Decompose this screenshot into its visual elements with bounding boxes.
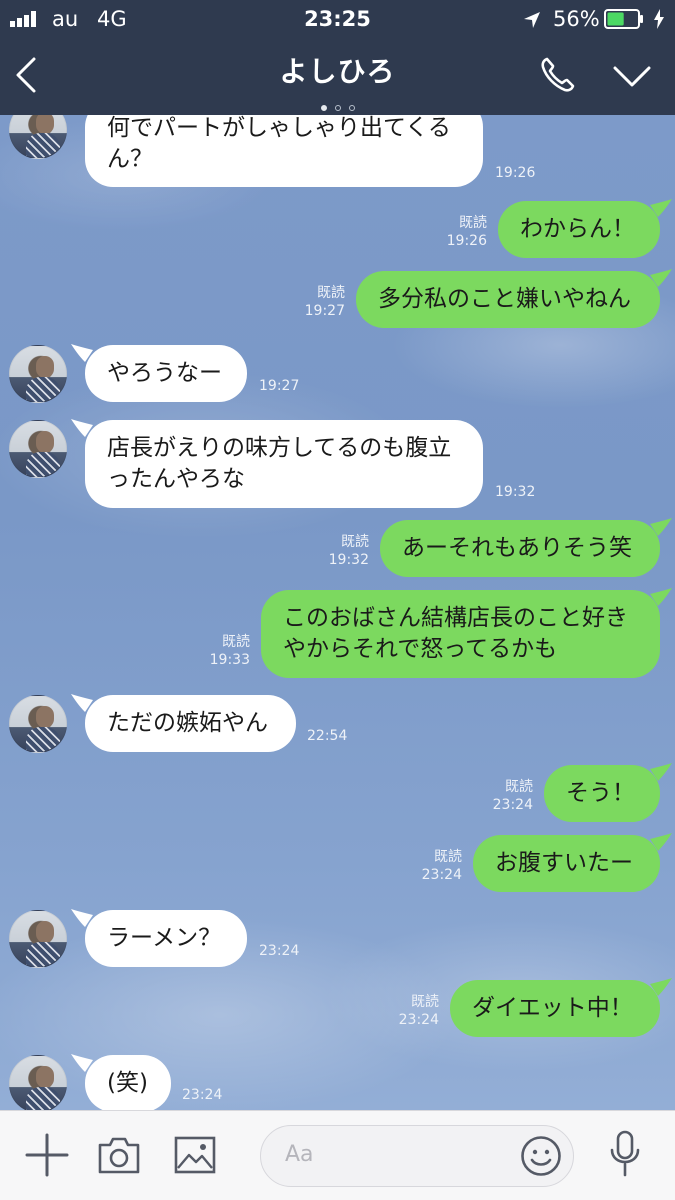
message-bubble-incoming[interactable]: 何でパートがしゃしゃり出てくる ん？ (85, 115, 483, 187)
bubble-tail (650, 833, 672, 851)
bubble-tail (650, 763, 672, 781)
message-text: やろうなー (107, 360, 222, 386)
bubble-tail (650, 978, 672, 996)
bubble-tail (71, 344, 93, 362)
message-time: 23:24 (259, 943, 300, 959)
bubble-tail (650, 269, 672, 287)
message-text: わからん！ (520, 216, 635, 242)
read-receipt: 既読 (341, 534, 369, 550)
chevron-down-icon[interactable] (612, 64, 652, 90)
message-text: そう！ (566, 780, 635, 806)
message-bubble-incoming[interactable]: ラーメン？ (85, 910, 247, 967)
message-time: 22:54 (307, 728, 348, 744)
status-bar: au 4G 23:25 56% (0, 0, 675, 38)
avatar[interactable] (9, 345, 67, 403)
message-bubble-outgoing[interactable]: お腹すいたー (473, 835, 660, 892)
battery-icon (604, 9, 643, 29)
phone-icon[interactable] (538, 55, 578, 95)
camera-icon[interactable] (97, 1135, 141, 1175)
message-time: 23:24 (492, 797, 533, 813)
message-text: ラーメン？ (107, 925, 222, 951)
message-time: 23:24 (398, 1012, 439, 1028)
bubble-tail (71, 694, 93, 712)
message-bubble-incoming[interactable]: 店長がえりの味方してるのも腹立 ったんやろな (85, 420, 483, 508)
message-bubble-incoming[interactable]: やろうなー (85, 345, 247, 402)
message-text: このおばさん結構店長のこと好き やからそれで怒ってるかも (283, 605, 628, 662)
plus-icon[interactable] (25, 1133, 69, 1177)
avatar[interactable] (9, 115, 67, 159)
message-time: 19:27 (259, 378, 300, 394)
message-bubble-incoming[interactable]: (笑) (85, 1055, 171, 1110)
message-text: 多分私のこと嫌いやねん (378, 286, 631, 312)
read-receipt: 既読 (411, 994, 439, 1010)
image-icon[interactable] (174, 1136, 216, 1174)
read-receipt: 既読 (434, 849, 462, 865)
read-receipt: 既読 (459, 215, 487, 231)
message-bubble-incoming[interactable]: ただの嫉妬やん (85, 695, 296, 752)
message-text: 何でパートがしゃしゃり出てくる ん？ (107, 115, 451, 172)
location-arrow-icon (524, 12, 540, 28)
read-receipt: 既読 (222, 634, 250, 650)
message-time: 23:24 (182, 1087, 223, 1103)
message-time: 19:32 (328, 552, 369, 568)
chat-header: au 4G 23:25 56% よしひろ (0, 0, 675, 115)
avatar[interactable] (9, 1055, 67, 1110)
page-dot (334, 105, 341, 111)
input-placeholder: Aa (285, 1142, 314, 1167)
message-text: ただの嫉妬やん (107, 710, 268, 736)
message-time: 19:26 (446, 233, 487, 249)
message-text: 店長がえりの味方してるのも腹立 ったんやろな (107, 435, 452, 492)
message-bubble-outgoing[interactable]: 多分私のこと嫌いやねん (356, 271, 660, 328)
bubble-tail (650, 199, 672, 217)
read-receipt: 既読 (505, 779, 533, 795)
chat-area[interactable]: 何でパートがしゃしゃり出てくる ん？ 19:26 既読 19:26 わからん！ … (0, 115, 675, 1110)
message-bubble-outgoing[interactable]: このおばさん結構店長のこと好き やからそれで怒ってるかも (261, 590, 660, 678)
battery-percent: 56% (553, 7, 600, 31)
message-text: あーそれもありそう笑 (402, 535, 632, 561)
message-time: 19:27 (304, 303, 345, 319)
read-receipt: 既読 (317, 285, 345, 301)
bubble-tail (71, 1054, 93, 1072)
message-bubble-outgoing[interactable]: あーそれもありそう笑 (380, 520, 660, 577)
message-bubble-outgoing[interactable]: ダイエット中！ (450, 980, 660, 1037)
message-time: 23:24 (421, 867, 462, 883)
message-text: お腹すいたー (495, 850, 633, 876)
page-dot (320, 105, 327, 111)
mic-icon[interactable] (608, 1130, 642, 1178)
message-time: 19:32 (495, 484, 536, 500)
message-time: 19:26 (495, 165, 536, 181)
page-indicator (0, 96, 675, 111)
bubble-tail (71, 909, 93, 927)
message-text: ダイエット中！ (472, 995, 633, 1021)
bubble-tail (650, 588, 672, 606)
message-bubble-outgoing[interactable]: わからん！ (498, 201, 660, 258)
avatar[interactable] (9, 910, 67, 968)
bubble-tail (71, 419, 93, 437)
message-time: 19:33 (209, 652, 250, 668)
message-input-bar: Aa (0, 1110, 675, 1200)
page-dot (348, 105, 355, 111)
charging-bolt-icon (654, 9, 664, 29)
message-bubble-outgoing[interactable]: そう！ (544, 765, 660, 822)
bubble-tail (650, 518, 672, 536)
avatar[interactable] (9, 420, 67, 478)
emoji-icon[interactable] (520, 1135, 562, 1177)
avatar[interactable] (9, 695, 67, 753)
message-text: (笑) (107, 1070, 148, 1096)
